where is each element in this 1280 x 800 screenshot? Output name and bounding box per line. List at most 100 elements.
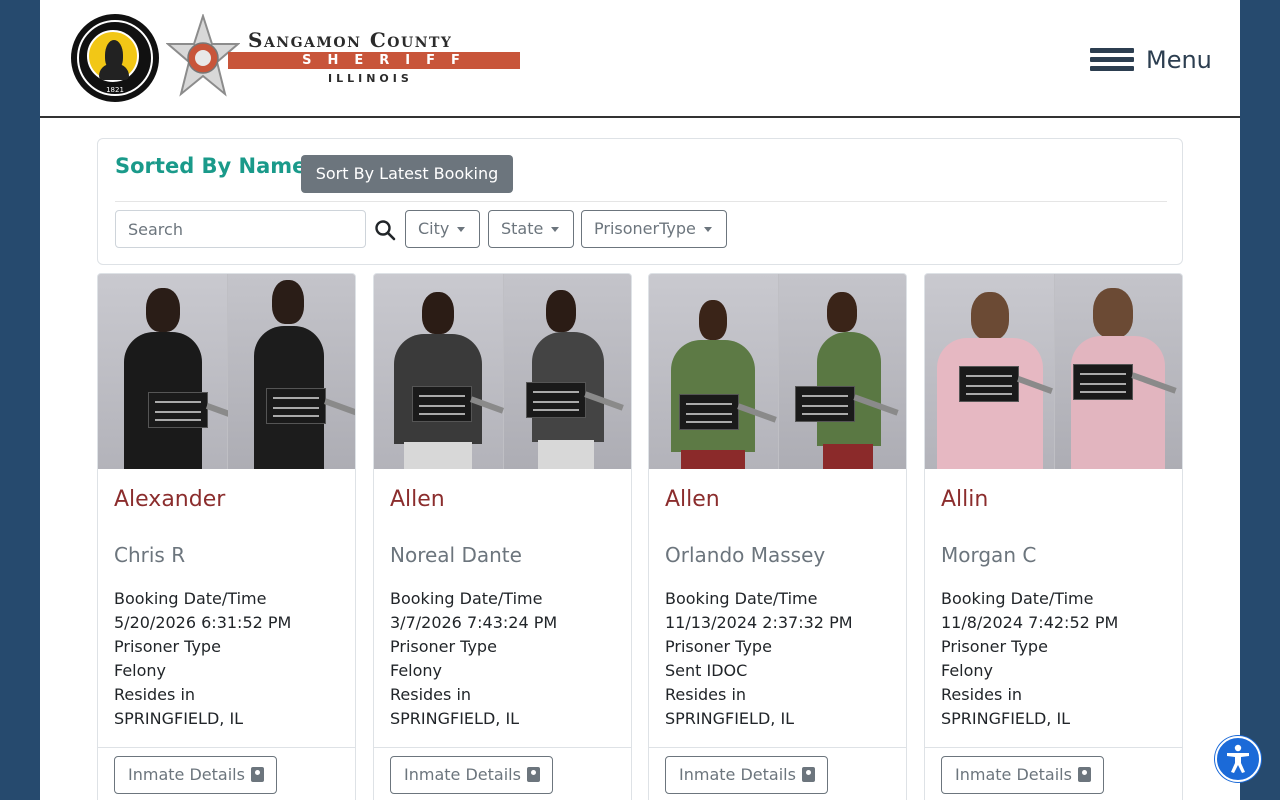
card-footer-divider <box>98 747 355 748</box>
sort-latest-booking-button[interactable]: Sort By Latest Booking <box>301 155 513 193</box>
card-footer-divider <box>649 747 906 748</box>
brand-sheriff-bar: SHERIFF <box>228 52 520 69</box>
inmate-first-name: Noreal Dante <box>390 543 522 567</box>
id-plate <box>679 394 739 430</box>
id-card-icon <box>1077 767 1091 782</box>
county-seal-logo[interactable]: 1821 <box>71 14 159 102</box>
mugshot-profile <box>779 274 906 469</box>
filter-divider <box>115 201 1167 202</box>
prisoner-type-label: Prisoner Type <box>114 637 221 656</box>
city-dropdown[interactable]: City <box>405 210 480 248</box>
mugshot-photo[interactable] <box>374 274 631 469</box>
inmate-card: Alexander Chris R Booking Date/Time 5/20… <box>97 273 356 800</box>
booking-value: 3/7/2026 7:43:24 PM <box>390 613 558 632</box>
menu-label: Menu <box>1146 46 1212 74</box>
prisoner-type-value: Sent IDOC <box>665 661 748 680</box>
id-plate <box>148 392 208 428</box>
inmate-details-button[interactable]: Inmate Details <box>665 756 828 794</box>
booking-label: Booking Date/Time <box>114 589 267 608</box>
inmate-info: Booking Date/Time 5/20/2026 6:31:52 PM P… <box>114 587 291 731</box>
search-input[interactable] <box>115 210 366 248</box>
inmate-details-button[interactable]: Inmate Details <box>390 756 553 794</box>
inmate-first-name: Orlando Massey <box>665 543 826 567</box>
booking-label: Booking Date/Time <box>390 589 543 608</box>
sorted-by-title: Sorted By Name <box>115 154 307 178</box>
inmate-card: Allen Noreal Dante Booking Date/Time 3/7… <box>373 273 632 800</box>
prisoner-type-value: Felony <box>114 661 167 680</box>
inmate-info: Booking Date/Time 11/13/2024 2:37:32 PM … <box>665 587 853 731</box>
accessibility-button[interactable] <box>1215 736 1261 782</box>
inmate-details-button[interactable]: Inmate Details <box>941 756 1104 794</box>
caret-down-icon <box>551 227 560 232</box>
mugshot-photo[interactable] <box>98 274 355 469</box>
site-header: 1821 Sangamon County SHERIFF ILLINOIS Me… <box>40 0 1240 118</box>
id-card-icon <box>250 767 264 782</box>
id-plate <box>959 366 1019 402</box>
resides-value: SPRINGFIELD, IL <box>665 709 795 728</box>
prisoner-type-dropdown[interactable]: PrisonerType <box>581 210 727 248</box>
prisoner-type-label: Prisoner Type <box>941 637 1048 656</box>
brand-title: Sangamon County <box>248 28 453 52</box>
mugshot-profile <box>504 274 631 469</box>
inmate-first-name: Chris R <box>114 543 186 567</box>
mugshot-front <box>374 274 505 469</box>
id-card-icon <box>801 767 815 782</box>
inmate-first-name: Morgan C <box>941 543 1037 567</box>
inmate-last-name: Allen <box>390 487 445 512</box>
resides-label: Resides in <box>390 685 472 704</box>
inmate-card: Allin Morgan C Booking Date/Time 11/8/20… <box>924 273 1183 800</box>
city-dropdown-label: City <box>418 219 450 238</box>
id-plate <box>795 386 855 422</box>
inmate-details-label: Inmate Details <box>955 765 1072 784</box>
inmate-details-label: Inmate Details <box>679 765 796 784</box>
inmate-info: Booking Date/Time 3/7/2026 7:43:24 PM Pr… <box>390 587 557 731</box>
mugshot-front <box>925 274 1054 469</box>
state-dropdown-label: State <box>501 219 544 238</box>
prisoner-type-dropdown-label: PrisonerType <box>594 219 696 238</box>
accessibility-icon <box>1227 744 1249 773</box>
resides-value: SPRINGFIELD, IL <box>390 709 520 728</box>
id-plate <box>412 386 472 422</box>
id-plate <box>526 382 586 418</box>
inmate-last-name: Alexander <box>114 487 226 512</box>
id-plate <box>266 388 326 424</box>
card-footer-divider <box>925 747 1182 748</box>
booking-label: Booking Date/Time <box>941 589 1094 608</box>
caret-down-icon <box>703 227 712 232</box>
inmate-info: Booking Date/Time 11/8/2024 7:42:52 PM P… <box>941 587 1118 731</box>
hamburger-icon <box>1090 46 1134 74</box>
brand-state: ILLINOIS <box>328 72 413 85</box>
search-icon[interactable] <box>374 219 396 241</box>
inmate-card: Allen Orlando Massey Booking Date/Time 1… <box>648 273 907 800</box>
booking-value: 5/20/2026 6:31:52 PM <box>114 613 292 632</box>
menu-button[interactable]: Menu <box>1090 44 1212 76</box>
card-footer-divider <box>374 747 631 748</box>
id-plate <box>1073 364 1133 400</box>
resides-label: Resides in <box>114 685 196 704</box>
resides-label: Resides in <box>665 685 747 704</box>
inmate-last-name: Allin <box>941 487 989 512</box>
booking-label: Booking Date/Time <box>665 589 818 608</box>
prisoner-type-value: Felony <box>941 661 994 680</box>
caret-down-icon <box>457 227 466 232</box>
page: 1821 Sangamon County SHERIFF ILLINOIS Me… <box>40 0 1240 800</box>
resides-label: Resides in <box>941 685 1023 704</box>
mugshot-photo[interactable] <box>649 274 906 469</box>
seal-shoulders <box>99 64 129 80</box>
prisoner-type-label: Prisoner Type <box>390 637 497 656</box>
inmate-details-label: Inmate Details <box>128 765 245 784</box>
resides-value: SPRINGFIELD, IL <box>114 709 244 728</box>
filter-panel: Sorted By Name Sort By Latest Booking Ci… <box>97 138 1183 265</box>
seal-year: 1821 <box>106 86 124 94</box>
mugshot-front <box>98 274 237 469</box>
state-dropdown[interactable]: State <box>488 210 574 248</box>
booking-value: 11/8/2024 7:42:52 PM <box>941 613 1119 632</box>
resides-value: SPRINGFIELD, IL <box>941 709 1071 728</box>
mugshot-photo[interactable] <box>925 274 1182 469</box>
mugshot-front <box>649 274 778 469</box>
prisoner-type-value: Felony <box>390 661 443 680</box>
mugshot-profile <box>228 274 355 469</box>
inmate-details-button[interactable]: Inmate Details <box>114 756 277 794</box>
prisoner-type-label: Prisoner Type <box>665 637 772 656</box>
id-card-icon <box>526 767 540 782</box>
